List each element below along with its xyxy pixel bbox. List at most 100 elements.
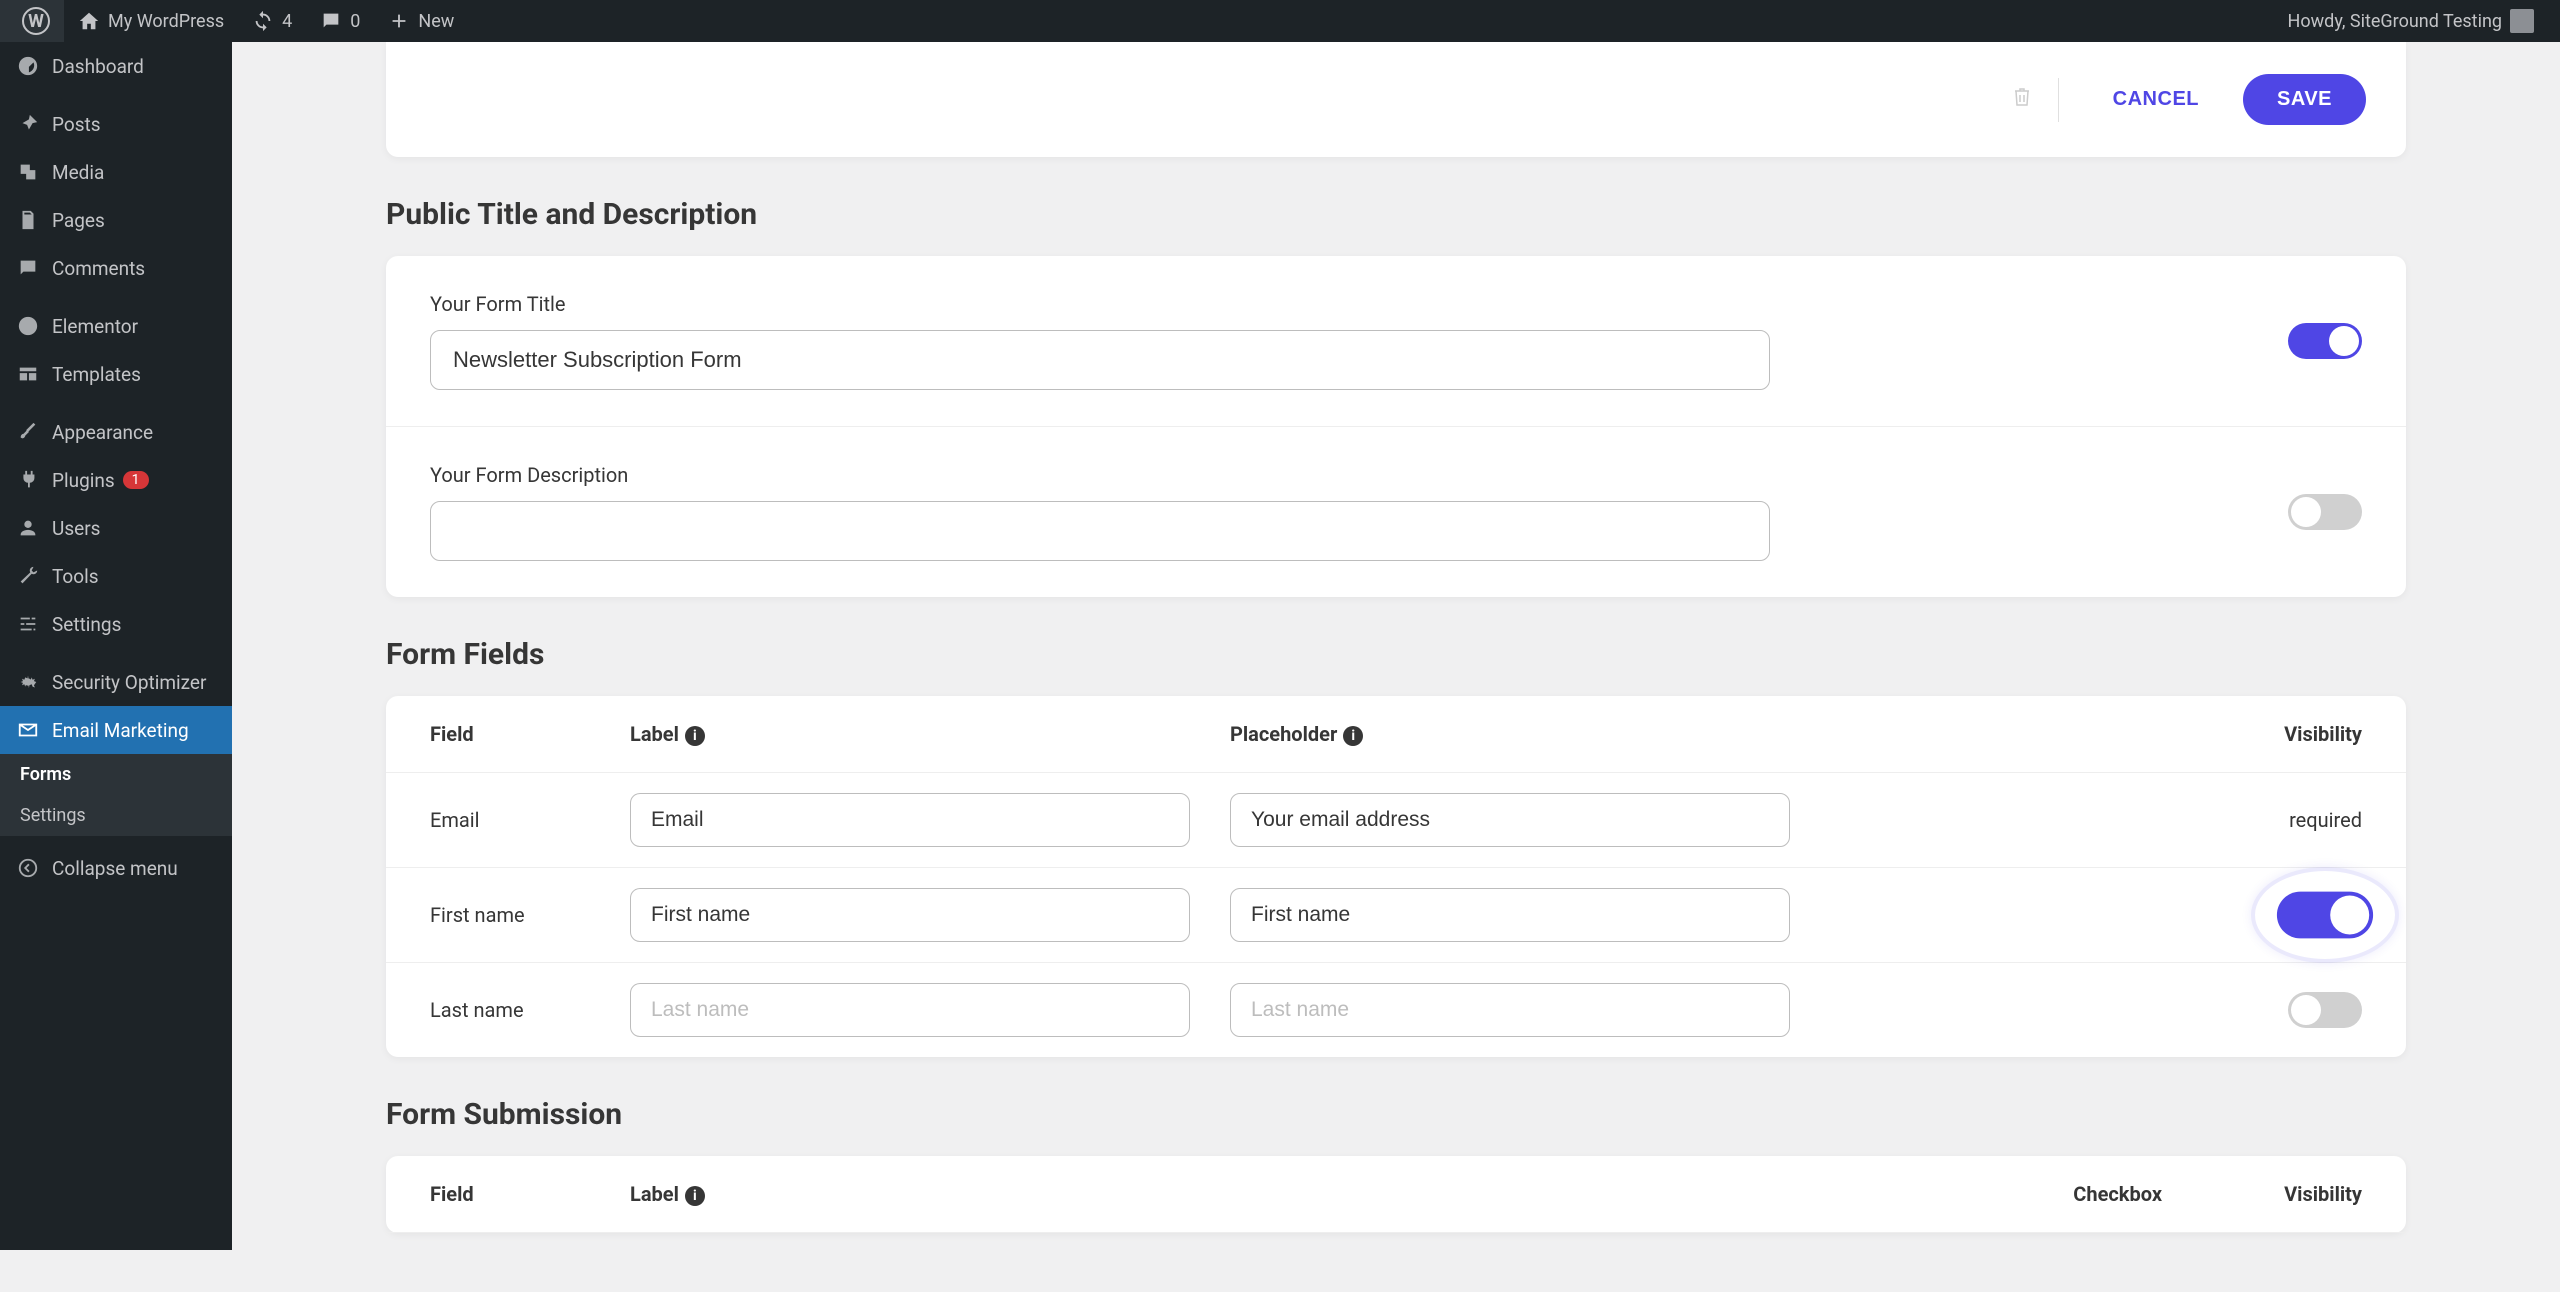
field-name: Last name	[430, 998, 630, 1022]
admin-bar-left: W My WordPress 4 0 New	[0, 0, 468, 42]
sidebar-submenu: Forms Settings	[0, 754, 232, 836]
sidebar-item-appearance[interactable]: Appearance	[0, 408, 232, 456]
sub-col-label: Labeli	[630, 1182, 1230, 1206]
firstname-label-input[interactable]	[630, 888, 1190, 942]
sidebar-item-tools[interactable]: Tools	[0, 552, 232, 600]
comments-count: 0	[350, 11, 360, 32]
form-description-row: Your Form Description	[386, 427, 2406, 597]
pin-icon	[16, 112, 40, 136]
wp-logo[interactable]: W	[0, 0, 64, 42]
admin-bar-right: Howdy, SiteGround Testing	[2266, 0, 2560, 42]
wrench-icon	[16, 564, 40, 588]
brush-icon	[16, 420, 40, 444]
sidebar-item-elementor[interactable]: Elementor	[0, 302, 232, 350]
form-desc-toggle[interactable]	[2288, 494, 2362, 530]
sidebar-label: Elementor	[52, 315, 138, 338]
media-icon	[16, 160, 40, 184]
field-name: First name	[430, 903, 630, 927]
sidebar-item-templates[interactable]: Templates	[0, 350, 232, 398]
col-field: Field	[430, 722, 630, 746]
sidebar-item-dashboard[interactable]: Dashboard	[0, 42, 232, 90]
form-submission-card: Field Labeli Checkbox Visibility	[386, 1156, 2406, 1233]
form-desc-input[interactable]	[430, 501, 1770, 561]
sidebar-label: Settings	[52, 613, 121, 636]
sidebar-label: Pages	[52, 209, 105, 232]
sidebar-item-settings[interactable]: Settings	[0, 600, 232, 648]
site-name-text: My WordPress	[108, 11, 224, 32]
gear-icon	[16, 670, 40, 694]
sliders-icon	[16, 612, 40, 636]
form-title-toggle-wrap	[2288, 323, 2362, 359]
sidebar-item-media[interactable]: Media	[0, 148, 232, 196]
sidebar-item-security-optimizer[interactable]: Security Optimizer	[0, 658, 232, 706]
sidebar-label: Comments	[52, 257, 145, 280]
refresh-icon	[252, 10, 274, 32]
sidebar-item-pages[interactable]: Pages	[0, 196, 232, 244]
collapse-menu[interactable]: Collapse menu	[0, 844, 232, 892]
main-content: CANCEL SAVE Public Title and Description…	[232, 42, 2560, 1233]
sidebar-item-plugins[interactable]: Plugins 1	[0, 456, 232, 504]
sidebar-label: Users	[52, 517, 100, 540]
howdy-link[interactable]: Howdy, SiteGround Testing	[2266, 0, 2548, 42]
form-desc-label: Your Form Description	[430, 463, 1770, 487]
firstname-toggle-wrap	[2288, 897, 2362, 933]
form-desc-toggle-wrap	[2288, 494, 2362, 530]
info-icon[interactable]: i	[685, 1186, 705, 1206]
home-icon	[78, 10, 100, 32]
site-name-link[interactable]: My WordPress	[64, 0, 238, 42]
sidebar-label: Plugins	[52, 469, 115, 492]
sidebar-item-email-marketing[interactable]: Email Marketing	[0, 706, 232, 754]
trash-icon[interactable]	[2010, 82, 2034, 117]
comments-link[interactable]: 0	[306, 0, 374, 42]
new-link[interactable]: New	[374, 0, 468, 42]
sidebar-item-users[interactable]: Users	[0, 504, 232, 552]
form-title-toggle[interactable]	[2288, 323, 2362, 359]
howdy-text: Howdy, SiteGround Testing	[2288, 11, 2502, 32]
lastname-toggle[interactable]	[2288, 992, 2362, 1028]
lastname-placeholder-input[interactable]	[1230, 983, 1790, 1037]
title-description-card: Your Form Title Your Form Description	[386, 256, 2406, 597]
form-title-label: Your Form Title	[430, 292, 1770, 316]
plugins-badge: 1	[123, 471, 149, 489]
col-visibility: Visibility	[2222, 722, 2362, 746]
form-fields-card: Field Labeli Placeholderi Visibility Ema…	[386, 696, 2406, 1057]
table-row-lastname: Last name	[386, 963, 2406, 1057]
updates-count: 4	[282, 11, 292, 32]
email-placeholder-input[interactable]	[1230, 793, 1790, 847]
mail-icon	[16, 718, 40, 742]
plus-icon	[388, 10, 410, 32]
firstname-toggle[interactable]	[2277, 892, 2373, 939]
sidebar-label: Security Optimizer	[52, 671, 206, 694]
new-text: New	[418, 11, 454, 32]
form-fields-table-header: Field Labeli Placeholderi Visibility	[386, 696, 2406, 773]
sidebar-label: Media	[52, 161, 104, 184]
comment-icon	[320, 10, 342, 32]
field-name: Email	[430, 808, 630, 832]
form-title-input[interactable]	[430, 330, 1770, 390]
sub-col-field: Field	[430, 1182, 630, 1206]
col-label: Labeli	[630, 722, 1230, 746]
info-icon[interactable]: i	[685, 726, 705, 746]
pages-icon	[16, 208, 40, 232]
save-button[interactable]: SAVE	[2243, 74, 2366, 125]
email-label-input[interactable]	[630, 793, 1190, 847]
firstname-placeholder-input[interactable]	[1230, 888, 1790, 942]
sidebar-subitem-settings[interactable]: Settings	[0, 795, 232, 836]
sidebar-label: Tools	[52, 565, 99, 588]
sidebar-item-comments[interactable]: Comments	[0, 244, 232, 292]
sidebar-label: Email Marketing	[52, 719, 189, 742]
table-row-firstname: First name	[386, 868, 2406, 963]
sidebar-label: Dashboard	[52, 55, 144, 78]
lastname-label-input[interactable]	[630, 983, 1190, 1037]
sidebar-subitem-forms[interactable]: Forms	[0, 754, 232, 795]
dashboard-icon	[16, 54, 40, 78]
cancel-button[interactable]: CANCEL	[2089, 74, 2223, 125]
info-icon[interactable]: i	[1343, 726, 1363, 746]
wordpress-icon: W	[22, 7, 50, 35]
sidebar-label: Appearance	[52, 421, 153, 444]
plug-icon	[16, 468, 40, 492]
sidebar-item-posts[interactable]: Posts	[0, 100, 232, 148]
updates-link[interactable]: 4	[238, 0, 306, 42]
avatar	[2510, 9, 2534, 33]
elementor-icon	[16, 314, 40, 338]
